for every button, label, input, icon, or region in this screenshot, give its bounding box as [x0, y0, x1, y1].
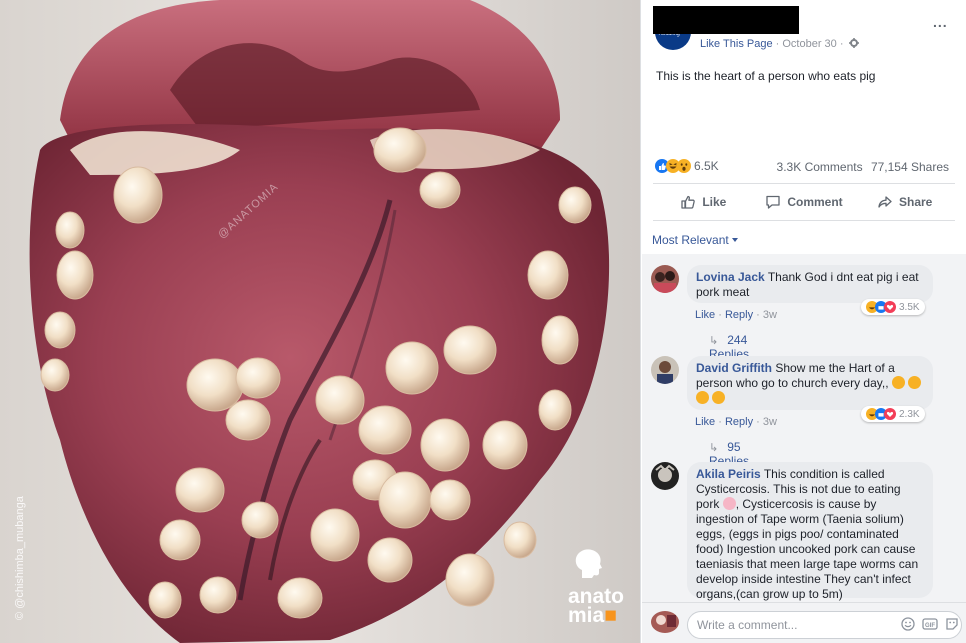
gif-icon[interactable]: GIF	[922, 617, 938, 631]
comment-filter-label: Most Relevant	[652, 233, 729, 247]
share-button[interactable]: Share	[854, 184, 955, 220]
comment-bubble: Akila Peiris This condition is called Cy…	[687, 462, 933, 601]
composer-tools: GIF	[901, 617, 959, 631]
love-reaction-icon	[884, 301, 896, 313]
post-action-bar: Like Comment Share	[653, 183, 955, 221]
love-reaction-icon	[884, 408, 896, 420]
engagement-counts: 3.3K Comments 77,154 Shares	[777, 160, 949, 174]
rofl-emoji-icon	[696, 391, 709, 404]
sticker-icon[interactable]	[945, 617, 959, 631]
avatar-photo	[651, 265, 679, 293]
redacted-page-name	[653, 6, 799, 34]
comment-reply-link[interactable]: Reply	[725, 309, 753, 321]
comment-time[interactable]: 3w	[763, 416, 777, 428]
comment-reaction-count: 2.3K	[899, 408, 920, 420]
comment-input-placeholder: Write a comment...	[697, 618, 798, 632]
like-button[interactable]: Like	[653, 184, 754, 220]
wow-reaction-icon	[677, 159, 691, 173]
more-options-button[interactable]: ...	[933, 14, 948, 30]
thumbs-up-icon	[681, 195, 696, 209]
anatomia-logo: anato mia■	[568, 548, 624, 627]
post-side-panel: Amazing ... Like This Page · October 30 …	[640, 0, 966, 643]
comment-like-link[interactable]: Like	[695, 416, 715, 428]
comment-bubble: Lovina Jack Thank God i dnt eat pig i ea…	[687, 265, 933, 303]
comment-like-link[interactable]: Like	[695, 309, 715, 321]
commenter-name[interactable]: Akila Peiris	[696, 467, 761, 481]
comment-composer: Write a comment... GIF	[642, 602, 966, 643]
pig-emoji-icon	[722, 497, 736, 510]
share-label: Share	[899, 195, 933, 209]
audience-gear-icon[interactable]	[848, 38, 859, 48]
head-profile-icon	[575, 549, 602, 578]
svg-text:GIF: GIF	[925, 623, 935, 629]
reply-arrow-icon: ↳	[709, 442, 719, 454]
commenter-name[interactable]: David Griffith	[696, 361, 772, 375]
speech-bubble-icon	[766, 195, 780, 209]
meta-separator: ·	[775, 38, 780, 50]
comment-reactions[interactable]: 2.3K	[861, 406, 925, 422]
comment-reactions[interactable]: 3.5K	[861, 299, 925, 315]
emoji-picker-icon[interactable]	[901, 617, 915, 631]
current-user-avatar	[651, 611, 679, 633]
avatar-photo	[651, 462, 679, 490]
comments-count[interactable]: 3.3K Comments	[777, 160, 863, 174]
post-photo[interactable]: @ANATOMIA © @chishimba_mubanga anato mia…	[0, 0, 640, 643]
avatar-photo	[651, 356, 679, 384]
comment-actions: Like · Reply · 3w	[695, 309, 777, 321]
avatar-photo	[651, 611, 679, 633]
reply-arrow-icon: ↳	[709, 335, 719, 347]
like-label: Like	[702, 195, 727, 209]
brand-line-2: mia■	[568, 604, 617, 627]
reaction-count[interactable]: 6.5K	[694, 159, 719, 173]
comment-button[interactable]: Comment	[754, 184, 855, 220]
caret-down-icon	[731, 238, 738, 242]
comment-filter-dropdown[interactable]: Most Relevant	[652, 233, 738, 247]
share-arrow-icon	[878, 196, 892, 208]
comment-reply-link[interactable]: Reply	[725, 416, 753, 428]
rofl-emoji-icon	[908, 376, 922, 389]
commenter-avatar[interactable]	[651, 356, 679, 384]
commenter-name[interactable]: Lovina Jack	[696, 270, 765, 284]
comment-bubble: David Griffith Show me the Hart of a per…	[687, 356, 933, 410]
comment-time[interactable]: 3w	[763, 309, 777, 321]
commenter-avatar[interactable]	[651, 462, 679, 490]
like-page-link[interactable]: Like This Page	[700, 38, 773, 50]
post-date[interactable]: October 30	[782, 38, 836, 50]
comment-actions: Like · Reply · 3w	[695, 416, 777, 428]
commenter-avatar[interactable]	[651, 265, 679, 293]
heart-illustration	[29, 0, 610, 643]
meta-separator: ·	[839, 38, 844, 50]
comment-label: Comment	[787, 195, 843, 209]
photo-credit: © @chishimba_mubanga	[14, 496, 26, 620]
comment-reaction-count: 3.5K	[899, 301, 920, 313]
comment-text-continued: , Cysticercosis is cause by ingestion of…	[696, 497, 919, 601]
shares-count[interactable]: 77,154 Shares	[871, 160, 949, 174]
post-reactions[interactable]: 6.5K	[655, 159, 719, 173]
rofl-emoji-icon	[712, 391, 726, 404]
post-meta: Like This Page · October 30 ·	[700, 38, 859, 50]
rofl-emoji-icon	[891, 376, 905, 389]
post-text: This is the heart of a person who eats p…	[656, 69, 876, 83]
